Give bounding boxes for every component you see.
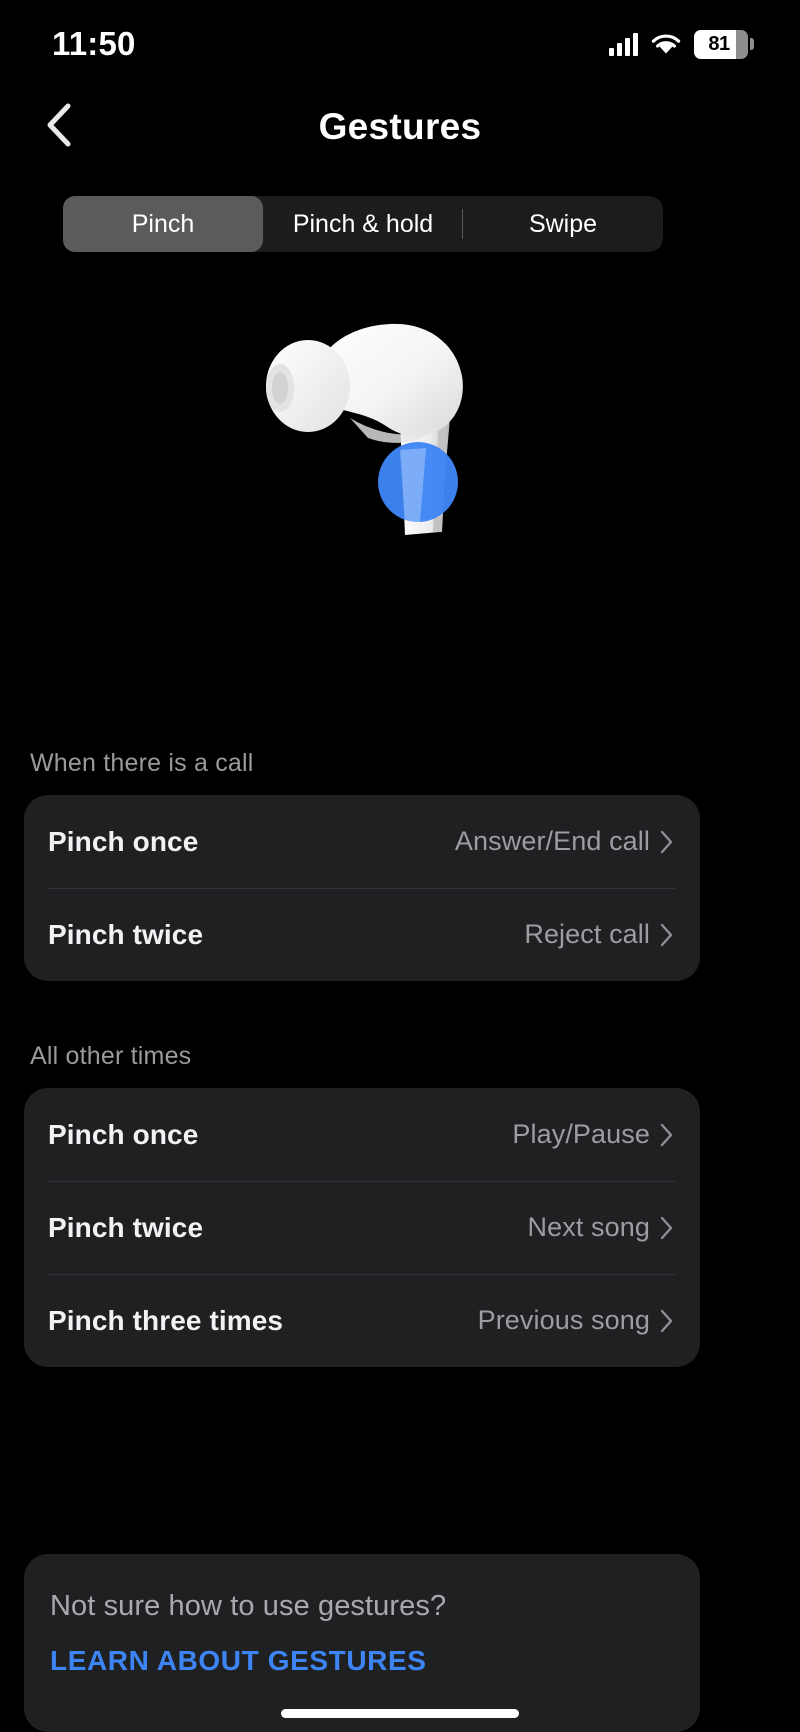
battery-level: 81 — [708, 32, 730, 55]
page-title: Gestures — [318, 106, 482, 147]
tab-swipe[interactable]: Swipe — [463, 196, 663, 252]
row-value: Previous song — [477, 1305, 650, 1335]
learn-question-text: Not sure how to use gestures? — [50, 1590, 447, 1622]
chevron-right-icon — [660, 1215, 674, 1241]
tab-pinch-and-hold[interactable]: Pinch & hold — [263, 196, 463, 252]
row-value: Next song — [527, 1212, 650, 1242]
chevron-right-icon — [660, 829, 674, 855]
learn-about-gestures-link[interactable]: LEARN ABOUT GESTURES — [50, 1645, 672, 1677]
card-all-other-times: Pinch once Play/Pause Pinch twice Next s… — [24, 1088, 700, 1367]
battery-icon: 81 — [694, 29, 754, 59]
row-title: Pinch twice — [48, 1211, 204, 1243]
earbud-illustration — [0, 300, 800, 600]
status-bar: 11:50 81 — [0, 0, 800, 88]
row-title: Pinch twice — [48, 918, 204, 950]
row-pinch-once-call[interactable]: Pinch once Answer/End call — [24, 795, 700, 888]
gesture-type-tabs[interactable]: Pinch Pinch & hold Swipe — [63, 196, 663, 252]
row-pinch-twice-call[interactable]: Pinch twice Reject call — [24, 888, 700, 981]
chevron-right-icon — [660, 1122, 674, 1148]
chevron-right-icon — [660, 1308, 674, 1334]
row-title: Pinch once — [48, 1118, 199, 1150]
section-label-when-there-is-a-call: When there is a call — [30, 749, 254, 777]
phone-screen: 11:50 81 Gestures Pinch Pinch & hold Swi… — [0, 0, 800, 1732]
title-bar: Gestures — [0, 92, 800, 162]
tab-pinch[interactable]: Pinch — [63, 196, 263, 252]
earbud-graphic — [266, 323, 463, 535]
row-title: Pinch three times — [48, 1304, 284, 1336]
chevron-right-icon — [660, 922, 674, 948]
status-icons: 81 — [609, 29, 754, 59]
learn-about-gestures-card: Not sure how to use gestures? LEARN ABOU… — [24, 1554, 700, 1732]
tab-pinch-and-hold-label: Pinch & hold — [292, 209, 434, 238]
row-value: Reject call — [524, 919, 650, 949]
status-time: 11:50 — [52, 25, 136, 62]
home-indicator[interactable] — [281, 1709, 519, 1718]
signal-icon — [609, 32, 638, 56]
row-value: Play/Pause — [512, 1119, 650, 1149]
row-title: Pinch once — [48, 825, 199, 857]
card-when-there-is-a-call: Pinch once Answer/End call Pinch twice R… — [24, 795, 700, 981]
wifi-icon — [651, 33, 681, 56]
row-pinch-once-media[interactable]: Pinch once Play/Pause — [24, 1088, 700, 1181]
row-value: Answer/End call — [454, 826, 650, 856]
row-pinch-twice-media[interactable]: Pinch twice Next song — [24, 1181, 700, 1274]
section-label-all-other-times: All other times — [30, 1042, 192, 1070]
row-pinch-three-times-media[interactable]: Pinch three times Previous song — [24, 1274, 700, 1367]
